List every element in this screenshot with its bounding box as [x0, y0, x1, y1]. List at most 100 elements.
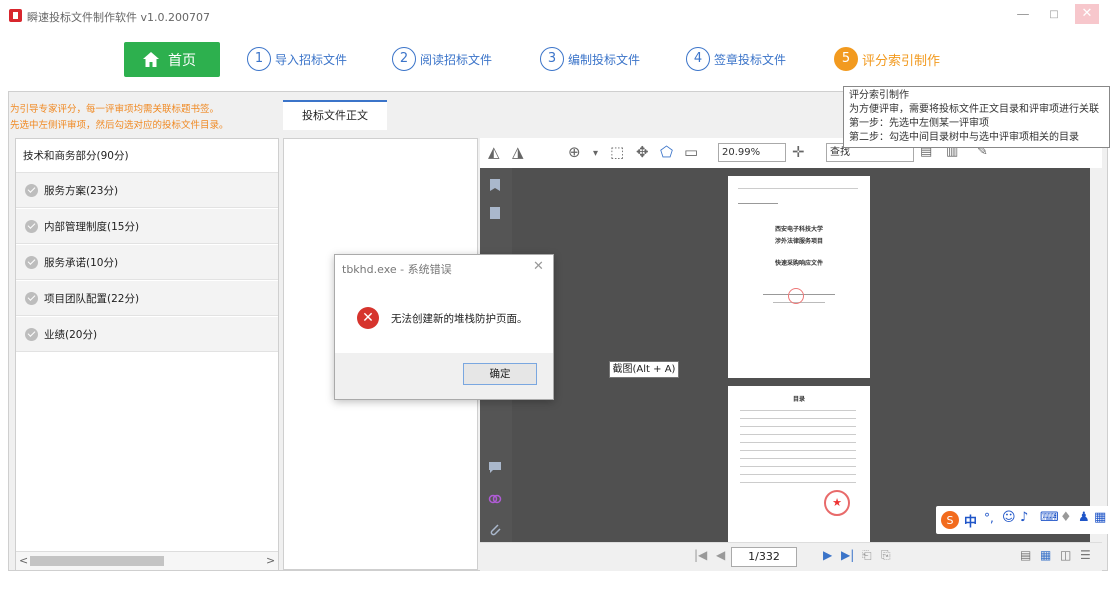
sogou-icon[interactable]: S [940, 510, 960, 530]
toc-line [740, 442, 856, 443]
single-page-icon[interactable]: ▤ [1020, 548, 1031, 562]
page-title-line: 涉外法律服务项目 [774, 238, 823, 245]
prev-page-icon[interactable]: ◀ [716, 548, 725, 562]
page-title-line: 快速采购响应文件 [774, 260, 823, 267]
emoji-icon[interactable]: ☺ [1002, 510, 1016, 525]
page-title-line: 西安电子科技大学 [774, 226, 823, 233]
ime-toolbar[interactable]: S 中 °, ☺ ♪ ⌨ ♦ ♟ ▦ [936, 506, 1110, 534]
svg-text:S: S [947, 514, 954, 527]
fit-page-icon[interactable]: ⬚ [610, 144, 624, 160]
step-label: 签章投标文件 [714, 53, 787, 67]
check-icon [25, 220, 38, 233]
two-page-icon[interactable]: ◫ [1060, 548, 1071, 562]
continuous-page-icon[interactable]: ▦ [1040, 548, 1051, 562]
ok-button[interactable]: 确定 [463, 363, 537, 385]
window-title: 瞬速投标文件制作软件 v1.0.200707 [27, 11, 210, 24]
dropdown-arrow-icon[interactable]: ▾ [593, 146, 598, 162]
tab-bid-body[interactable]: 投标文件正文 [283, 100, 387, 130]
add-icon[interactable]: ✛ [792, 144, 805, 160]
horizontal-scrollbar[interactable]: < > [16, 551, 278, 570]
split-view-icon[interactable]: ☰ [1080, 548, 1091, 562]
minimize-button[interactable]: — [1013, 6, 1033, 24]
vertical-scrollbar[interactable] [1090, 168, 1102, 542]
step-label: 阅读招标文件 [420, 53, 493, 67]
toc-line [740, 458, 856, 459]
check-icon [25, 292, 38, 305]
tooltip-line: 第一步：先选中左侧某一评审项 [849, 118, 989, 129]
step-label: 评分索引制作 [862, 54, 941, 69]
ime-mode-label[interactable]: 中 [964, 511, 977, 530]
dialog-close-button[interactable]: ✕ [533, 259, 544, 274]
step-label: 导入招标文件 [275, 53, 348, 67]
page-text-line [738, 203, 778, 204]
microphone-icon[interactable]: ♪ [1020, 510, 1028, 525]
attachment-icon[interactable] [488, 522, 502, 536]
pan-icon[interactable]: ✥ [636, 144, 649, 160]
scoring-item[interactable]: 项目团队配置(22分) [16, 281, 278, 316]
tooltip-line: 评分索引制作 [849, 90, 909, 101]
toc-line [740, 418, 856, 419]
dialog-title: tbkhd.exe - 系统错误 [342, 263, 452, 276]
scoring-index-tooltip: 评分索引制作 为方便评审，需要将投标文件正文目录和评审项进行关联 第一步：先选中… [843, 86, 1110, 148]
step-number: 5 [834, 47, 858, 71]
menu-grid-icon[interactable]: ▦ [1094, 510, 1106, 525]
tooltip-line: 为方便评审，需要将投标文件正文目录和评审项进行关联 [849, 104, 1099, 115]
home-button[interactable]: 首页 [124, 42, 220, 77]
punctuation-icon[interactable]: °, [984, 511, 994, 525]
tooltip-line: 第二步：勾选中间目录树中与选中评审项相关的目录 [849, 132, 1079, 143]
step-number: 3 [540, 47, 564, 71]
scoring-item[interactable]: 业绩(20分) [16, 317, 278, 352]
zoom-select[interactable]: 20.99% [718, 143, 786, 162]
first-page-icon[interactable]: |◀ [694, 548, 707, 562]
close-button[interactable]: ✕ [1075, 4, 1099, 24]
history-back-icon[interactable]: ⎗ [862, 548, 872, 563]
toc-line [740, 450, 856, 451]
last-page-icon[interactable]: ▶| [841, 548, 854, 562]
scoring-item[interactable]: 内部管理制度(15分) [16, 209, 278, 244]
toc-line [740, 474, 856, 475]
home-icon [143, 52, 159, 67]
skin-icon[interactable]: ♟ [1078, 510, 1090, 525]
app-icon [9, 9, 22, 22]
check-icon [25, 328, 38, 341]
hint-line: 先选中左侧评审项，然后勾选对应的投标文件目录。 [10, 120, 229, 131]
select-icon[interactable]: ⬠ [660, 144, 673, 160]
history-forward-icon[interactable]: ⎘ [881, 548, 891, 563]
pdf-viewport[interactable]: 西安电子科技大学 涉外法律服务项目 快速采购响应文件 目录 ★ [512, 168, 1090, 546]
scrollbar-thumb[interactable] [30, 556, 164, 566]
step-number: 1 [247, 47, 271, 71]
status-bar [0, 578, 1110, 597]
page-number-input[interactable]: 1/332 [731, 547, 797, 567]
keyboard-icon[interactable]: ⌨ [1040, 510, 1059, 525]
bookmark-icon[interactable] [488, 178, 502, 192]
next-page-icon[interactable]: ▶ [823, 548, 832, 562]
scoring-header[interactable]: 技术和商务部分(90分) [16, 139, 278, 173]
zoom-in-icon[interactable]: ⊕ [568, 144, 581, 160]
instruction-hint: 为引导专家评分，每一评审项均需关联标题书签。 先选中左侧评审项，然后勾选对应的投… [10, 102, 229, 134]
thumbnail-icon[interactable] [488, 206, 502, 220]
toc-line [740, 410, 856, 411]
scoring-item-label: 业绩(20分) [44, 329, 98, 341]
link-icon[interactable] [488, 492, 502, 506]
scoring-item-label: 服务方案(23分) [44, 185, 119, 197]
screenshot-tooltip: 截图(Alt + A) [609, 361, 679, 378]
home-label: 首页 [168, 53, 196, 69]
comment-icon[interactable] [488, 460, 502, 474]
dialog-footer: 确定 [335, 353, 553, 399]
scroll-left-icon[interactable]: < [19, 554, 28, 567]
toc-heading: 目录 [792, 396, 805, 403]
fit-width-icon[interactable]: ▭ [684, 144, 698, 160]
pdf-page-nav: |◀ ◀ 1/332 ▶ ▶| ⎗ ⎘ ▤ ▦ ◫ ☰ [480, 542, 1102, 571]
page-rule [738, 188, 858, 189]
scoring-item[interactable]: 服务方案(23分) [16, 173, 278, 208]
tools-icon[interactable]: ♦ [1060, 510, 1072, 525]
scroll-right-icon[interactable]: > [266, 554, 275, 567]
toc-line [740, 482, 856, 483]
step-number: 2 [392, 47, 416, 71]
toc-line [740, 466, 856, 467]
rotate-left-icon[interactable]: ◭ [488, 144, 500, 160]
rotate-right-icon[interactable]: ◮ [512, 144, 524, 160]
pdf-page: 西安电子科技大学 涉外法律服务项目 快速采购响应文件 [728, 176, 870, 378]
scoring-item[interactable]: 服务承诺(10分) [16, 245, 278, 280]
maximize-button[interactable]: □ [1044, 6, 1064, 24]
